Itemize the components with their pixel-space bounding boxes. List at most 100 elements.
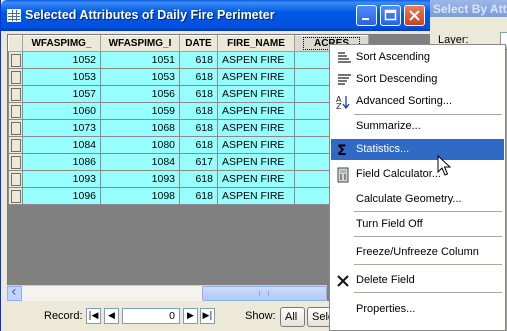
table-cell[interactable]: ASPEN FIRE xyxy=(217,102,295,120)
column-header-wfaspimg[interactable]: WFASPIMG_ xyxy=(22,35,101,52)
sort-descending-icon xyxy=(338,74,351,85)
table-cell[interactable]: 1051 xyxy=(100,51,180,69)
header-row: WFASPIMG_ WFASPIMG_I DATE FIRE_NAME ACRE… xyxy=(8,35,369,52)
table-cell[interactable]: 1086 xyxy=(22,153,101,171)
title-bar[interactable]: Selected Attributes of Daily Fire Perime… xyxy=(1,0,431,31)
menu-item-delete-field[interactable]: Delete Field xyxy=(331,270,504,291)
table-cell[interactable]: ASPEN FIRE xyxy=(217,119,295,137)
previous-record-icon: ◀ xyxy=(108,311,115,321)
table-cell[interactable]: 618 xyxy=(179,136,218,154)
menu-item-field-calculator[interactable]: Field Calculator... xyxy=(331,164,504,185)
menu-item-label: Summarize... xyxy=(356,120,421,132)
row-selector[interactable] xyxy=(8,136,23,154)
column-header-wfaspimg-i[interactable]: WFASPIMG_I xyxy=(100,35,180,52)
row-selector[interactable] xyxy=(8,68,23,86)
table-cell[interactable]: 1084 xyxy=(100,153,180,171)
table-cell[interactable]: ASPEN FIRE xyxy=(217,85,295,103)
table-cell[interactable]: 1052 xyxy=(22,51,101,69)
menu-item-freeze-unfreeze[interactable]: Freeze/Unfreeze Column xyxy=(331,242,504,263)
close-button[interactable] xyxy=(404,5,425,26)
table-icon xyxy=(7,9,21,22)
menu-item-label: Statistics... xyxy=(356,143,410,155)
horizontal-scrollbar[interactable] xyxy=(7,284,327,301)
table-cell[interactable]: 617 xyxy=(179,153,218,171)
show-selected-button[interactable]: Sele xyxy=(307,307,331,327)
menu-item-label: Advanced Sorting... xyxy=(356,95,453,107)
table-row[interactable]: 1084 1080 618 ASPEN FIRE xyxy=(8,136,369,154)
window-title: Selected Attributes of Daily Fire Perime… xyxy=(25,8,275,22)
menu-item-turn-field-off[interactable]: Turn Field Off xyxy=(331,214,504,235)
show-label: Show: xyxy=(245,310,276,322)
menu-item-summarize[interactable]: Summarize... xyxy=(331,116,504,137)
table-row[interactable]: 1057 1056 618 ASPEN FIRE xyxy=(8,85,369,103)
table-cell[interactable]: ASPEN FIRE xyxy=(217,187,295,205)
table-row[interactable]: 10861084617ASPEN FIRE5 xyxy=(8,153,369,171)
table-cell[interactable]: 1084 xyxy=(22,136,101,154)
delete-x-icon xyxy=(337,275,349,287)
table-cell[interactable]: 1098 xyxy=(100,187,180,205)
table-row[interactable]: 1073 1068 618 ASPEN FIRE xyxy=(8,119,369,137)
table-cell[interactable]: 1057 xyxy=(22,85,101,103)
column-header-fire-name[interactable]: FIRE_NAME xyxy=(217,35,295,52)
table-cell[interactable]: 618 xyxy=(179,119,218,137)
background-window-title[interactable]: Select By Att xyxy=(430,0,507,17)
table-cell[interactable]: 1056 xyxy=(100,85,180,103)
previous-record-button[interactable]: ◀ xyxy=(104,308,119,324)
table-cell[interactable]: 1060 xyxy=(22,102,101,120)
menu-item-calculate-geometry[interactable]: Calculate Geometry... xyxy=(331,189,504,210)
row-selector[interactable] xyxy=(8,51,23,69)
row-selector[interactable] xyxy=(8,102,23,120)
close-icon xyxy=(409,10,420,21)
menu-item-properties[interactable]: Properties... xyxy=(331,299,504,320)
table-row[interactable]: 1053 1053 618 ASPEN FIRE xyxy=(8,68,369,86)
table-cell[interactable]: 1068 xyxy=(100,119,180,137)
row-selector[interactable] xyxy=(8,119,23,137)
scroll-left-arrow-icon[interactable] xyxy=(7,284,22,301)
table-cell[interactable]: 618 xyxy=(179,68,218,86)
table-cell[interactable]: 618 xyxy=(179,85,218,103)
row-selector[interactable] xyxy=(8,170,23,188)
table-cell[interactable]: 1053 xyxy=(22,68,101,86)
record-number-field[interactable]: 0 xyxy=(122,308,180,324)
table-row[interactable]: 1060 1059 618 ASPEN FIRE xyxy=(8,102,369,120)
menu-item-sort-ascending[interactable]: Sort Ascending xyxy=(331,47,504,68)
table-cell[interactable]: ASPEN FIRE xyxy=(217,51,295,69)
scroll-thumb[interactable] xyxy=(202,286,327,301)
menu-item-sort-descending[interactable]: Sort Descending xyxy=(331,69,504,90)
row-selector[interactable] xyxy=(8,153,23,171)
menu-item-advanced-sorting[interactable]: AZ Advanced Sorting... xyxy=(331,91,504,112)
column-header-date[interactable]: DATE xyxy=(179,35,218,52)
table-cell[interactable]: 1093 xyxy=(100,170,180,188)
table-cell[interactable]: 1073 xyxy=(22,119,101,137)
table-cell[interactable]: 618 xyxy=(179,170,218,188)
table-cell[interactable]: ASPEN FIRE xyxy=(217,136,295,154)
row-selector[interactable] xyxy=(8,187,23,205)
table-cell[interactable]: 618 xyxy=(179,187,218,205)
table-cell[interactable]: 1096 xyxy=(22,187,101,205)
menu-item-statistics[interactable]: Σ Statistics... xyxy=(331,139,504,160)
table-cell[interactable]: ASPEN FIRE xyxy=(217,153,295,171)
table-cell[interactable]: 1059 xyxy=(100,102,180,120)
maximize-button[interactable] xyxy=(380,5,401,26)
advanced-sort-icon: AZ xyxy=(336,95,350,110)
column-context-menu: Sort Ascending Sort Descending AZ Advanc… xyxy=(329,44,506,331)
table-cell[interactable]: 1093 xyxy=(22,170,101,188)
table-cell[interactable]: 618 xyxy=(179,51,218,69)
show-all-button[interactable]: All xyxy=(280,307,305,327)
minimize-icon xyxy=(362,18,369,20)
last-record-button[interactable]: ▶| xyxy=(200,308,215,324)
table-cell[interactable]: 1053 xyxy=(100,68,180,86)
table-cell[interactable]: ASPEN FIRE xyxy=(217,170,295,188)
row-selector[interactable] xyxy=(8,85,23,103)
menu-separator xyxy=(354,211,502,212)
table-row[interactable]: 10521051618ASPEN FIRE40 xyxy=(8,51,369,69)
corner-cell xyxy=(8,35,23,52)
table-row[interactable]: 1096 1098 618 ASPEN FIRE xyxy=(8,187,369,205)
table-row[interactable]: 1093 1093 618 ASPEN FIRE xyxy=(8,170,369,188)
table-cell[interactable]: ASPEN FIRE xyxy=(217,68,295,86)
table-cell[interactable]: 1080 xyxy=(100,136,180,154)
table-cell[interactable]: 618 xyxy=(179,102,218,120)
first-record-button[interactable]: |◀ xyxy=(86,308,101,324)
next-record-button[interactable]: ▶ xyxy=(183,308,198,324)
minimize-button[interactable] xyxy=(356,5,377,26)
